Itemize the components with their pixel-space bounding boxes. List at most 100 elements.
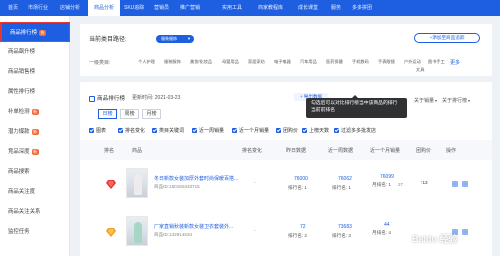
tab-weekly[interactable]: 周榜	[120, 109, 139, 119]
category-option[interactable]: 电子电器	[274, 59, 291, 65]
rank-change-value: -	[254, 180, 256, 185]
sidebar-item-label: 监控任务	[8, 229, 30, 235]
month-rank: 月排名: 1	[372, 182, 391, 187]
checkbox-rank-change[interactable]: 排名变化	[118, 127, 145, 134]
category-option[interactable]: 文具	[416, 67, 424, 73]
column-month[interactable]: 近一个月销量	[370, 147, 400, 154]
month-extra: 27	[398, 182, 404, 187]
category-more-link[interactable]: 更多	[450, 59, 460, 66]
category-option[interactable]: 手表眼镜	[378, 59, 395, 65]
category-option[interactable]: 个人护理	[138, 59, 155, 65]
sidebar-item-search[interactable]: 商品搜索	[0, 162, 70, 182]
nav-growth-class[interactable]: 成长课堂	[298, 0, 318, 16]
panel-title-text: 商品排行榜	[97, 96, 125, 102]
sidebar-item-label: 商品飙升榜	[8, 49, 35, 55]
category-option[interactable]: 汽车用品	[300, 59, 317, 65]
category-option[interactable]: 户外运动	[404, 59, 421, 65]
chevron-down-icon: ▾	[435, 98, 438, 103]
tab-monthly[interactable]: 月榜	[142, 109, 161, 119]
checkbox-group-price[interactable]: 团购价	[276, 127, 298, 134]
checkbox-label: 近一个月销量	[239, 128, 270, 134]
yesterday-rank: 排行名: 2	[288, 233, 307, 238]
checkbox-week-sales[interactable]: 近一周销量	[192, 127, 224, 134]
chart-icon[interactable]	[462, 181, 468, 187]
column-week[interactable]: 近一周数据	[328, 147, 353, 154]
price-value: ↑13	[420, 180, 428, 186]
checkbox-label: 类目关键词	[159, 128, 185, 134]
sidebar-item-label: 属性排行榜	[8, 89, 35, 95]
sidebar-item-label: 商品销售榜	[8, 69, 35, 75]
sidebar-item-potential[interactable]: 潜力爆款新	[0, 122, 70, 142]
chart-icon[interactable]	[462, 229, 468, 235]
chevron-down-icon: ▾	[468, 98, 471, 103]
yesterday-rank: 排行名: 1	[288, 185, 307, 190]
new-badge: 新	[31, 148, 39, 155]
table-row[interactable]: 冬日新款女装加厚外套时尚保暖百搭... 商品ID:150160433715 - …	[80, 162, 492, 208]
column-product: 商品	[132, 148, 143, 154]
nav-promotion[interactable]: 推广营销	[180, 0, 200, 16]
sidebar-item-monitor[interactable]: 监控任务	[0, 222, 70, 242]
about-sales-link[interactable]: 关于销量▾	[414, 97, 437, 104]
ranking-icon	[89, 95, 95, 102]
nav-marketer[interactable]: 营销员	[154, 0, 169, 16]
add-to-tracking-button[interactable]: +添加至商品追踪	[414, 33, 480, 43]
sidebar-item-rising[interactable]: 商品飙升榜	[0, 42, 70, 62]
sidebar-item-attributes[interactable]: 属性排行榜	[0, 82, 70, 102]
category-option[interactable]: 服装服饰	[164, 59, 181, 65]
category-option[interactable]: 家居家纺	[248, 59, 265, 65]
column-price[interactable]: 团购价	[416, 147, 431, 154]
product-thumbnail[interactable]	[126, 216, 148, 246]
category-option[interactable]: 美妆/化妆品	[190, 59, 212, 65]
sidebar-item-order-check[interactable]: 补单检测新	[0, 102, 70, 122]
nav-tutorials[interactable]: 商家教程库	[258, 0, 283, 16]
category-option[interactable]: 医药保健	[326, 59, 343, 65]
column-rank-change: 排名变化	[242, 148, 263, 154]
checkbox-icon	[334, 128, 339, 134]
product-id: 商品ID:142914534	[154, 232, 193, 237]
sidebar-item-sales[interactable]: 商品销售榜	[0, 62, 70, 82]
nav-shop-analysis[interactable]: 店铺分析	[60, 0, 80, 16]
category-option[interactable]: 母婴用品	[222, 59, 239, 65]
product-name-link[interactable]: 冬日新款女装加厚外套时尚保暖百搭...	[154, 175, 238, 182]
sidebar-item-attention[interactable]: 商品关注度	[0, 182, 70, 202]
checkbox-label: 近一周销量	[199, 128, 225, 134]
sidebar-item-label: 商品搜索	[8, 169, 30, 175]
new-badge: 新	[31, 128, 39, 135]
nav-home[interactable]: 首页	[8, 0, 18, 16]
category-option[interactable]: 手机数码	[352, 59, 369, 65]
sidebar-item-label: 补单检测	[8, 109, 30, 115]
detail-icon[interactable]	[452, 181, 458, 187]
tab-daily[interactable]: 日榜	[98, 109, 117, 119]
category-option[interactable]: 图书手工	[428, 59, 445, 65]
nav-service[interactable]: 服务	[331, 0, 341, 16]
nav-product-analysis[interactable]: 商品分析	[88, 0, 121, 16]
checkbox-icon	[276, 128, 281, 134]
nav-group-buy[interactable]: 多多拼团	[352, 0, 372, 16]
chevron-down-icon: ▼	[187, 36, 191, 41]
checkbox-filter-wholesale[interactable]: 过滤多多批发店	[334, 127, 376, 134]
checkbox-month-sales[interactable]: 近一个月销量	[232, 127, 269, 134]
diamond-rank-icon	[106, 228, 116, 237]
checkbox-keywords[interactable]: 类目关键词	[152, 127, 184, 134]
hot-badge: 热	[38, 29, 46, 36]
product-name-link[interactable]: 厂家直销秋装新款女装卫衣套装外...	[154, 223, 233, 230]
sidebar-item-relations[interactable]: 商品关注关系	[0, 202, 70, 222]
checkbox-label: 排名变化	[125, 128, 146, 134]
checkbox-icon	[302, 128, 307, 134]
about-ranking-link[interactable]: 关于排行榜▾	[442, 97, 470, 104]
sidebar-item-label: 商品排行榜	[10, 30, 37, 36]
sidebar-item-product-ranking[interactable]: 商品排行榜热	[0, 22, 70, 42]
checkbox-chart[interactable]: 图表	[89, 127, 106, 134]
category-path-select[interactable]: 服装服饰 ▼	[156, 35, 194, 43]
nav-tools[interactable]: 实用工具	[222, 0, 242, 16]
about-ranking-text: 关于排行榜	[442, 98, 468, 104]
week-rank: 排行名: 3	[332, 233, 351, 238]
nav-sku-track[interactable]: SKU追踪	[124, 0, 144, 16]
sidebar-item-competitor[interactable]: 竞品深度新	[0, 142, 70, 162]
checkbox-icon	[232, 128, 237, 134]
product-thumbnail[interactable]	[126, 168, 148, 198]
nav-market-industry[interactable]: 市场行业	[28, 0, 48, 16]
column-yesterday[interactable]: 昨日数据	[286, 147, 306, 154]
table-header: 排名 商品 排名变化 昨日数据 近一周数据 近一个月销量 团购价 操作	[80, 140, 492, 160]
checkbox-days-listed[interactable]: 上榜天数	[302, 127, 329, 134]
